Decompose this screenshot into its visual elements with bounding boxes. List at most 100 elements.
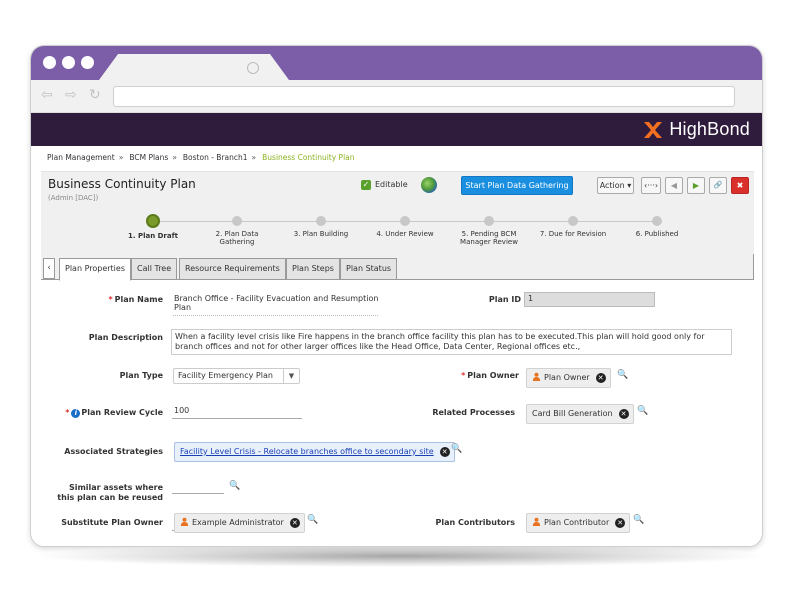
previous-icon[interactable]: ◀: [665, 177, 683, 194]
tab-plan-properties[interactable]: Plan Properties: [59, 258, 131, 281]
breadcrumb-separator: »: [118, 153, 124, 162]
search-icon[interactable]: 🔍: [451, 444, 462, 454]
app-header-bar: HighBond: [31, 113, 762, 146]
tab-plan-steps[interactable]: Plan Steps: [286, 258, 340, 280]
search-icon[interactable]: 🔍: [637, 406, 648, 416]
plan-contributor-value: Plan Contributor: [544, 518, 610, 527]
workflow-step[interactable]: 3. Plan Building: [281, 216, 361, 238]
link-icon[interactable]: 🔗: [709, 177, 727, 194]
chevron-left-icon[interactable]: ‹: [43, 258, 55, 279]
browser-titlebar: [31, 46, 762, 80]
plan-properties-form: * Plan Name Branch Office - Facility Evac…: [41, 282, 754, 546]
forward-arrow-icon[interactable]: ⇨: [65, 88, 77, 102]
tab-resource-requirements[interactable]: Resource Requirements: [179, 258, 286, 280]
plan-type-select[interactable]: Facility Emergency Plan ▼: [173, 368, 300, 384]
remove-icon[interactable]: ✕: [618, 409, 629, 419]
user-icon: [532, 517, 541, 526]
workflow-step[interactable]: 2. Plan Data Gathering: [197, 216, 277, 246]
plan-owner-label: * Plan Owner: [421, 371, 519, 380]
window-close-dot[interactable]: [43, 56, 56, 69]
step-label: 5. Pending BCM Manager Review: [460, 230, 518, 246]
step-dot: [316, 216, 326, 226]
step-label: 6. Published: [635, 230, 679, 238]
window-shadow: [40, 545, 760, 567]
step-dot: [232, 216, 242, 226]
workflow-step[interactable]: 5. Pending BCM Manager Review: [449, 216, 529, 246]
associated-strategy-link[interactable]: Facility Level Crisis - Relocate branche…: [180, 447, 434, 456]
step-label: 7. Due for Revision: [539, 230, 607, 238]
editable-label: Editable: [375, 180, 408, 189]
remove-icon[interactable]: ✕: [615, 518, 626, 528]
substitute-owner-value: Example Administrator: [192, 518, 284, 527]
workflow-stepper: 1. Plan Draft 2. Plan Data Gathering 3. …: [128, 214, 691, 256]
remove-icon[interactable]: ✕: [289, 518, 300, 528]
search-icon[interactable]: 🔍: [229, 481, 240, 491]
required-mark: *: [65, 408, 70, 417]
globe-icon: [247, 62, 259, 74]
step-label: 1. Plan Draft: [127, 232, 179, 240]
breadcrumb-item-plan-management[interactable]: Plan Management: [47, 153, 115, 162]
workflow-step[interactable]: 4. Under Review: [365, 216, 445, 238]
similar-assets-input[interactable]: [172, 480, 224, 494]
action-dropdown-button[interactable]: Action ▾: [597, 177, 634, 194]
user-icon: [180, 517, 189, 526]
breadcrumb-separator: »: [172, 153, 177, 162]
breadcrumb: Plan Management» BCM Plans» Boston - Branc…: [47, 153, 359, 162]
user-icon: [532, 372, 541, 381]
info-icon[interactable]: i: [71, 409, 81, 418]
browser-window: ⇦ ⇨ ↻ HighBond Plan Management» BCM Plans…: [30, 45, 763, 547]
browser-tab[interactable]: [99, 54, 289, 80]
plan-description-label: Plan Description: [88, 333, 163, 342]
breadcrumb-item-bcm-plans[interactable]: BCM Plans: [129, 153, 168, 162]
tabs-edge: [753, 254, 754, 280]
workflow-step[interactable]: 1. Plan Draft: [113, 214, 193, 240]
plan-header: Business Continuity Plan (Admin [DAC]) ✓…: [41, 171, 754, 256]
checkbox-checked-icon: ✓: [361, 180, 371, 190]
remove-icon[interactable]: ✕: [439, 447, 450, 457]
remove-icon[interactable]: ✕: [595, 373, 606, 383]
chevron-down-icon[interactable]: ▼: [283, 369, 299, 383]
globe-icon[interactable]: [421, 177, 437, 193]
workflow-step[interactable]: 7. Due for Revision: [533, 216, 613, 238]
plan-contributors-label: Plan Contributors: [435, 518, 515, 527]
workflow-step[interactable]: 6. Published: [617, 216, 697, 238]
breadcrumb-item-boston-branch[interactable]: Boston - Branch1: [183, 153, 248, 162]
reload-icon[interactable]: ↻: [89, 88, 101, 102]
highbond-logo-icon: [644, 121, 663, 138]
plan-owner-chip: Plan Owner ✕: [526, 368, 611, 388]
plan-review-cycle-input[interactable]: 100: [172, 405, 302, 419]
plan-name-underline: [173, 315, 378, 316]
plan-name-field[interactable]: Branch Office - Facility Evacuation and …: [174, 294, 386, 312]
plan-owner-value: Plan Owner: [544, 373, 590, 382]
plan-id-field: 1: [524, 292, 655, 307]
address-bar[interactable]: [113, 86, 735, 107]
step-label: 2. Plan Data Gathering: [215, 230, 259, 246]
search-icon[interactable]: 🔍: [633, 515, 644, 525]
plan-name-label: * Plan Name: [41, 295, 163, 304]
close-icon[interactable]: ✖: [731, 177, 749, 194]
tab-call-tree[interactable]: Call Tree: [131, 258, 178, 280]
start-plan-data-gathering-button[interactable]: Start Plan Data Gathering: [461, 176, 573, 195]
compare-icon[interactable]: ‹···›: [641, 177, 661, 194]
plan-description-textarea[interactable]: When a facility level crisis like Fire h…: [171, 329, 732, 355]
next-icon[interactable]: ▶: [687, 177, 705, 194]
required-mark: *: [108, 295, 113, 304]
window-maximize-dot[interactable]: [81, 56, 94, 69]
search-icon[interactable]: 🔍: [617, 370, 628, 380]
step-label: 3. Plan Building: [293, 230, 349, 238]
related-process-value: Card Bill Generation: [532, 409, 613, 418]
step-dot: [400, 216, 410, 226]
plan-review-cycle-label: * i Plan Review Cycle: [41, 408, 163, 418]
plan-contributor-chip: Plan Contributor ✕: [526, 513, 631, 533]
search-icon[interactable]: 🔍: [307, 515, 318, 525]
plan-id-label: Plan ID: [488, 295, 521, 304]
breadcrumb-current: Business Continuity Plan: [262, 153, 355, 162]
step-dot: [652, 216, 662, 226]
window-minimize-dot[interactable]: [62, 56, 75, 69]
back-arrow-icon[interactable]: ⇦: [41, 88, 53, 102]
highbond-logo[interactable]: HighBond: [643, 119, 750, 140]
step-dot: [146, 214, 160, 228]
tab-plan-status[interactable]: Plan Status: [340, 258, 398, 280]
breadcrumb-separator: »: [251, 153, 257, 162]
similar-assets-label: Similar assets where this plan can be re…: [41, 483, 163, 503]
